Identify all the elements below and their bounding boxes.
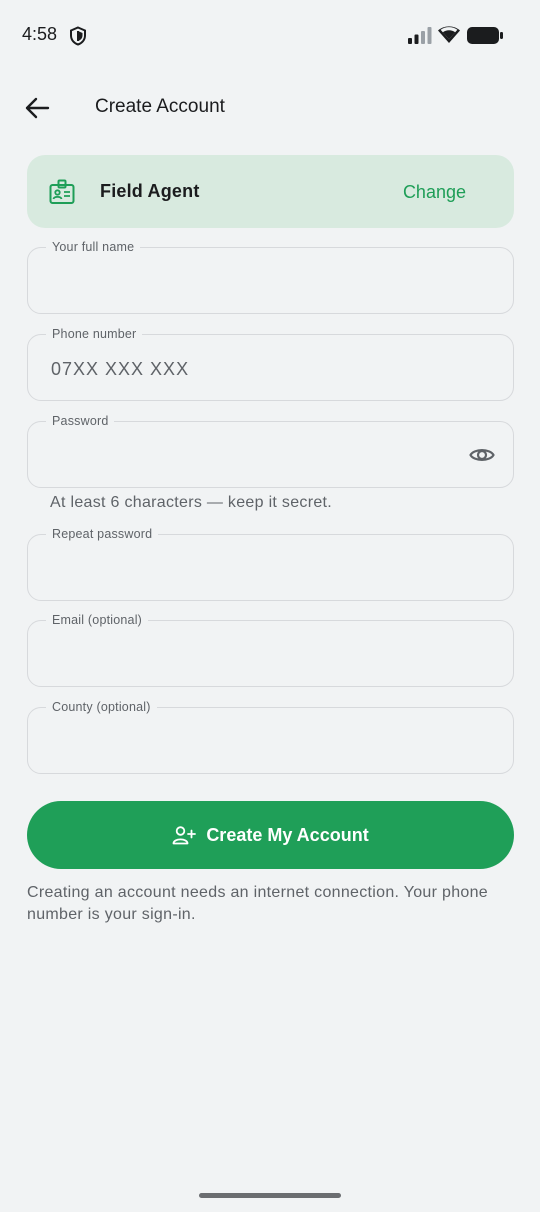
eye-icon[interactable]	[469, 443, 495, 467]
phone-input[interactable]	[51, 357, 471, 381]
battery-icon	[467, 27, 503, 44]
email-label: Email (optional)	[46, 613, 149, 627]
password-field[interactable]: Password	[27, 414, 514, 488]
create-account-screen: 4:58 Create Account Field Agent Change Y…	[0, 0, 540, 1212]
password-label: Password	[46, 414, 115, 428]
change-role-button[interactable]: Change	[403, 182, 466, 203]
repeat-password-field[interactable]: Repeat password	[27, 527, 514, 601]
password-helper-text: At least 6 characters — keep it secret.	[50, 494, 333, 511]
repeat-password-label: Repeat password	[46, 527, 159, 541]
id-badge-icon	[49, 179, 75, 204]
status-bar: 4:58	[0, 0, 540, 70]
role-name: Field Agent	[100, 181, 200, 201]
status-time: 4:58	[22, 24, 58, 44]
signal-icon	[408, 27, 432, 44]
email-field[interactable]: Email (optional)	[27, 613, 514, 687]
page-title: Create Account	[95, 96, 225, 117]
password-input[interactable]	[51, 444, 441, 468]
phone-label: Phone number	[46, 327, 143, 341]
repeat-password-input[interactable]	[51, 557, 471, 581]
full-name-input[interactable]	[51, 270, 471, 294]
county-input[interactable]	[51, 730, 471, 754]
county-label: County (optional)	[46, 700, 157, 714]
full-name-label: Your full name	[46, 240, 141, 254]
arrow-back-icon	[25, 97, 50, 119]
phone-field[interactable]: Phone number	[27, 327, 514, 401]
wifi-icon	[438, 26, 460, 43]
home-indicator[interactable]	[199, 1193, 341, 1198]
info-note: Creating an account needs an internet co…	[27, 884, 488, 923]
person-add-icon	[172, 826, 197, 845]
create-account-button[interactable]: Create My Account	[27, 801, 514, 869]
full-name-field[interactable]: Your full name	[27, 240, 514, 314]
back-button[interactable]	[22, 93, 52, 123]
shield-icon	[70, 26, 86, 46]
role-card: Field Agent Change	[27, 155, 514, 228]
county-field[interactable]: County (optional)	[27, 700, 514, 774]
create-account-label: Create My Account	[206, 824, 369, 845]
email-input[interactable]	[51, 643, 471, 667]
